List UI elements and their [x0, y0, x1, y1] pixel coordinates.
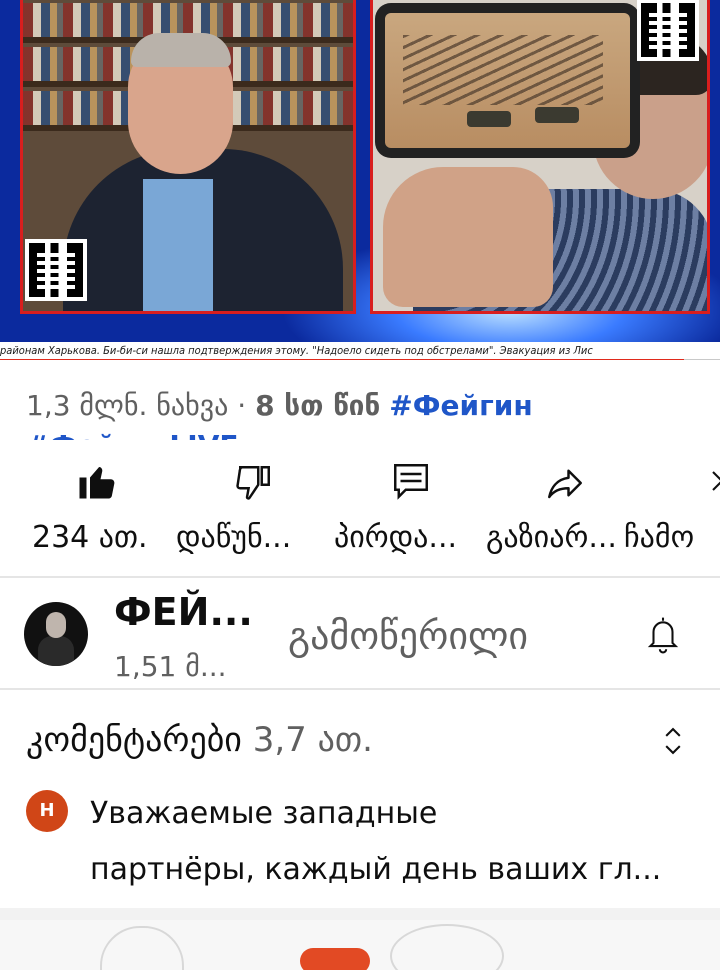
- tank-icon: [467, 111, 511, 127]
- download-icon: [712, 471, 720, 491]
- video-right-panel: [370, 0, 710, 314]
- video-progress-bar[interactable]: [0, 359, 720, 360]
- divider: [0, 688, 720, 690]
- video-player[interactable]: районам Харькова. Би-би-си нашла подтвер…: [0, 0, 720, 360]
- sort-icon[interactable]: [662, 724, 684, 758]
- host-hair: [131, 33, 231, 67]
- share-label: გაზიარ...: [486, 520, 617, 555]
- video-meta: 1,3 მლნ. ნახვა · 8 სთ წინ #Фейгин #Фейги…: [26, 386, 716, 440]
- guest-hand: [383, 167, 553, 307]
- video-progress-fill: [0, 359, 684, 360]
- channel-name[interactable]: ФЕЙ...: [114, 590, 253, 634]
- qr-code-icon: [637, 0, 699, 61]
- bell-icon[interactable]: [644, 614, 682, 656]
- next-content-card[interactable]: [0, 908, 720, 970]
- hashtag-link[interactable]: #Фейгин: [389, 389, 532, 422]
- phone-in-hand: [375, 3, 640, 158]
- comments-title: კომენტარები: [26, 720, 242, 760]
- dislike-label: დაწუნ...: [176, 520, 292, 555]
- hashtag-link[interactable]: #ФейгинLIVE: [26, 429, 239, 440]
- host-shirt: [143, 179, 213, 311]
- share-icon: [548, 469, 582, 499]
- comment-icon: [394, 464, 428, 500]
- qr-code-icon: [25, 239, 87, 301]
- thumbs-up-icon: [79, 467, 115, 499]
- bookshelf: [23, 3, 353, 37]
- view-count: 1,3 მლნ. ნახვა: [26, 389, 229, 422]
- meta-separator: ·: [237, 389, 247, 422]
- video-left-panel: [20, 0, 356, 314]
- comment-label: პირდა...: [334, 520, 458, 555]
- tank-icon: [535, 107, 579, 123]
- channel-avatar[interactable]: [24, 602, 88, 666]
- comment-line: Уважаемые западные: [90, 796, 438, 831]
- like-count: 234 ათ.: [32, 520, 148, 555]
- food-image: [300, 948, 370, 970]
- thumbs-down-icon: [236, 466, 270, 500]
- phone-screen-tanks-image: [385, 13, 630, 148]
- top-comment-text[interactable]: Уважаемые западные партнёры, каждый день…: [90, 786, 710, 898]
- comments-count: 3,7 ათ.: [252, 720, 373, 760]
- comments-header[interactable]: კომენტარები 3,7 ათ.: [26, 720, 373, 760]
- subscribed-button[interactable]: გამოწერილი: [288, 614, 528, 658]
- comment-line: партнёры, каждый день ваших гл...: [90, 852, 662, 887]
- download-label: ჩამო: [624, 520, 695, 555]
- divider: [0, 576, 720, 578]
- news-ticker: районам Харькова. Би-би-си нашла подтвер…: [0, 342, 720, 360]
- action-bar: 234 ათ. დაწუნ... პირდა... გაზიარ... ჩამო: [0, 458, 720, 568]
- subscriber-count: 1,51 მ...: [114, 650, 227, 683]
- comment-avatar[interactable]: Н: [26, 790, 68, 832]
- upload-time: 8 სთ წინ: [255, 389, 381, 422]
